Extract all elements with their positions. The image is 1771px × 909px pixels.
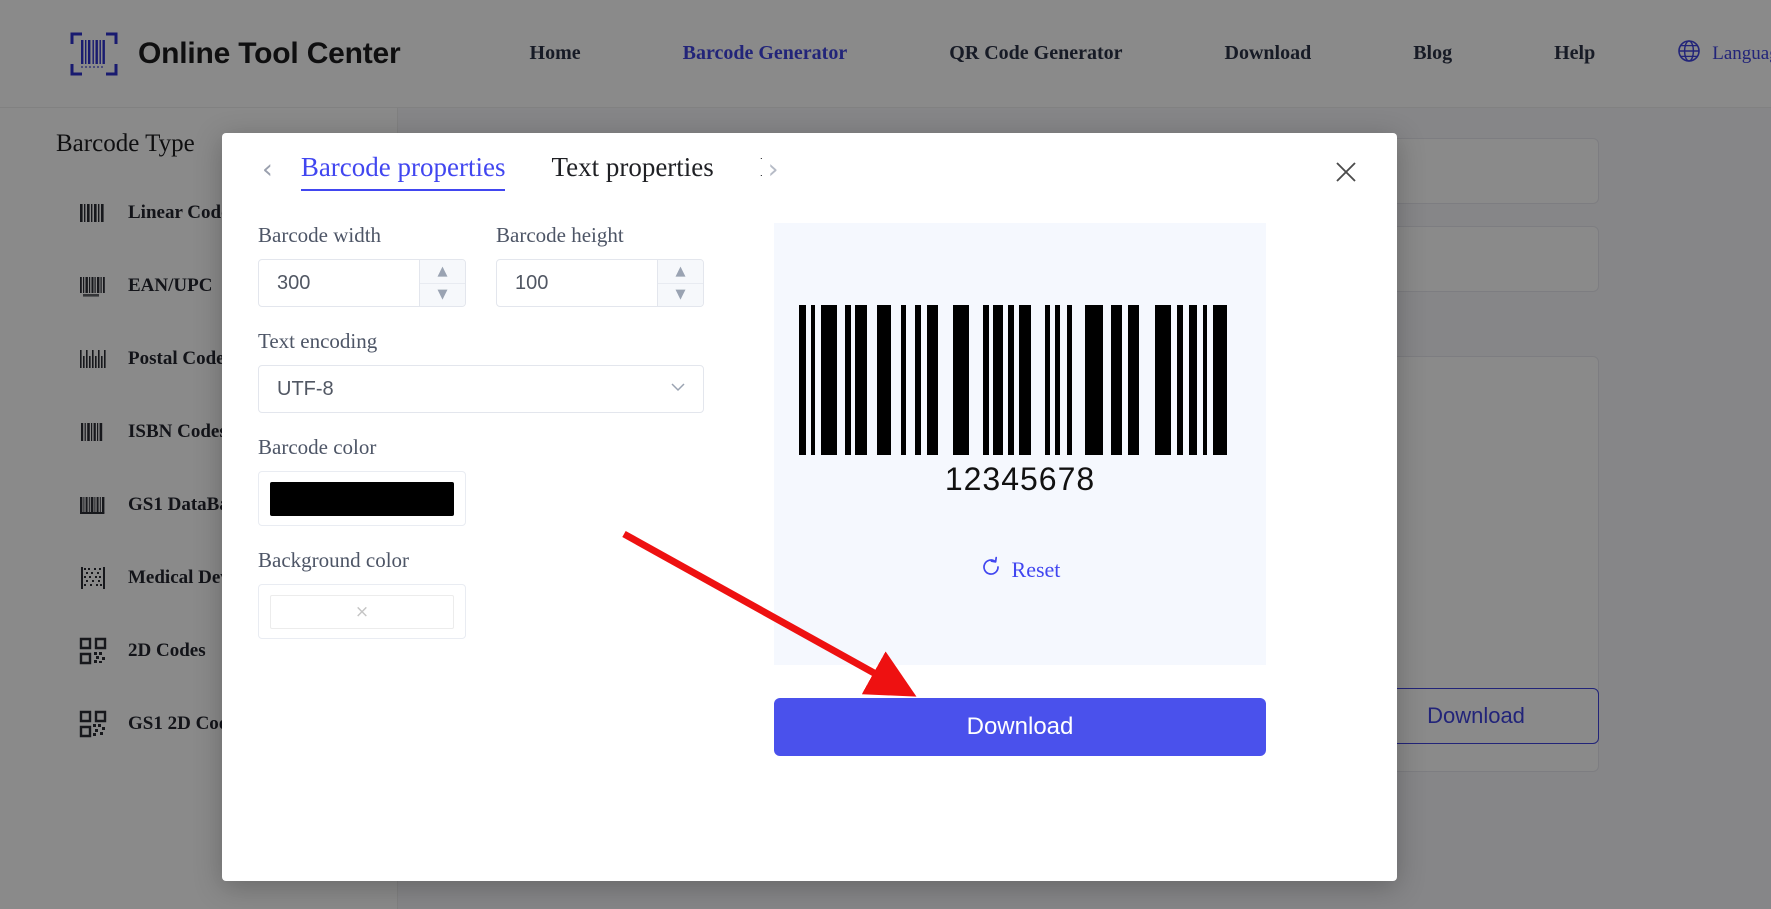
barcode-number-text: 12345678: [944, 461, 1096, 497]
tab-barcode-properties[interactable]: Barcode properties: [281, 146, 532, 193]
barcode-image: [797, 305, 1243, 455]
barcode-height-label: Barcode height: [496, 223, 624, 247]
background-color-label: Background color: [258, 548, 410, 572]
chevron-right-icon[interactable]: ›: [768, 156, 779, 183]
close-icon[interactable]: [1329, 155, 1363, 189]
properties-form: Barcode width 300 ▲ ▼ Barcode height 100…: [258, 205, 738, 756]
barcode-width-input[interactable]: 300 ▲ ▼: [258, 259, 466, 307]
reset-button[interactable]: Reset: [980, 556, 1061, 583]
refresh-icon: [980, 556, 1002, 583]
barcode-height-input[interactable]: 100 ▲ ▼: [496, 259, 704, 307]
stepper-down-icon[interactable]: ▼: [658, 284, 703, 307]
modal-tabs: Barcode properties Text properties I: [281, 146, 762, 193]
text-encoding-value: UTF-8: [277, 377, 334, 400]
chevron-down-icon: [669, 378, 687, 401]
size-fields-row: Barcode width 300 ▲ ▼ Barcode height 100…: [258, 223, 738, 329]
download-button[interactable]: Download: [774, 698, 1266, 756]
barcode-color-label: Barcode color: [258, 435, 377, 459]
barcode-properties-modal: ‹ Barcode properties Text properties I ›…: [222, 133, 1397, 881]
app-root: Online Tool Center Home Barcode Generato…: [0, 0, 1771, 909]
tab-text-properties[interactable]: Text properties: [531, 146, 739, 193]
preview-column: 12345678 Reset Download: [774, 205, 1266, 756]
text-encoding-field: Text encoding UTF-8: [258, 329, 738, 413]
barcode-color-field: Barcode color: [258, 435, 738, 526]
barcode-width-label: Barcode width: [258, 223, 382, 247]
chevron-left-icon[interactable]: ‹: [262, 156, 273, 183]
stepper-up-icon[interactable]: ▲: [658, 260, 703, 284]
barcode-width-field: Barcode width 300 ▲ ▼: [258, 223, 466, 307]
barcode-width-value: 300: [277, 271, 311, 294]
text-encoding-select[interactable]: UTF-8: [258, 365, 704, 413]
modal-body: Barcode width 300 ▲ ▼ Barcode height 100…: [222, 205, 1397, 756]
background-color-picker[interactable]: ×: [258, 584, 466, 639]
tab-image-properties-clipped[interactable]: I: [740, 146, 762, 193]
background-color-swatch-empty: ×: [270, 594, 454, 629]
barcode-height-stepper[interactable]: ▲ ▼: [657, 260, 703, 306]
modal-header: ‹ Barcode properties Text properties I ›: [222, 133, 1397, 205]
stepper-down-icon[interactable]: ▼: [420, 284, 465, 307]
text-encoding-label: Text encoding: [258, 329, 378, 353]
barcode-color-swatch: [270, 481, 454, 516]
barcode-preview-panel: 12345678 Reset: [774, 223, 1266, 665]
barcode-height-value: 100: [515, 271, 549, 294]
barcode-width-stepper[interactable]: ▲ ▼: [419, 260, 465, 306]
barcode-color-picker[interactable]: [258, 471, 466, 526]
reset-label: Reset: [1011, 556, 1061, 582]
background-color-field: Background color ×: [258, 548, 738, 639]
stepper-up-icon[interactable]: ▲: [420, 260, 465, 284]
barcode-height-field: Barcode height 100 ▲ ▼: [496, 223, 704, 307]
